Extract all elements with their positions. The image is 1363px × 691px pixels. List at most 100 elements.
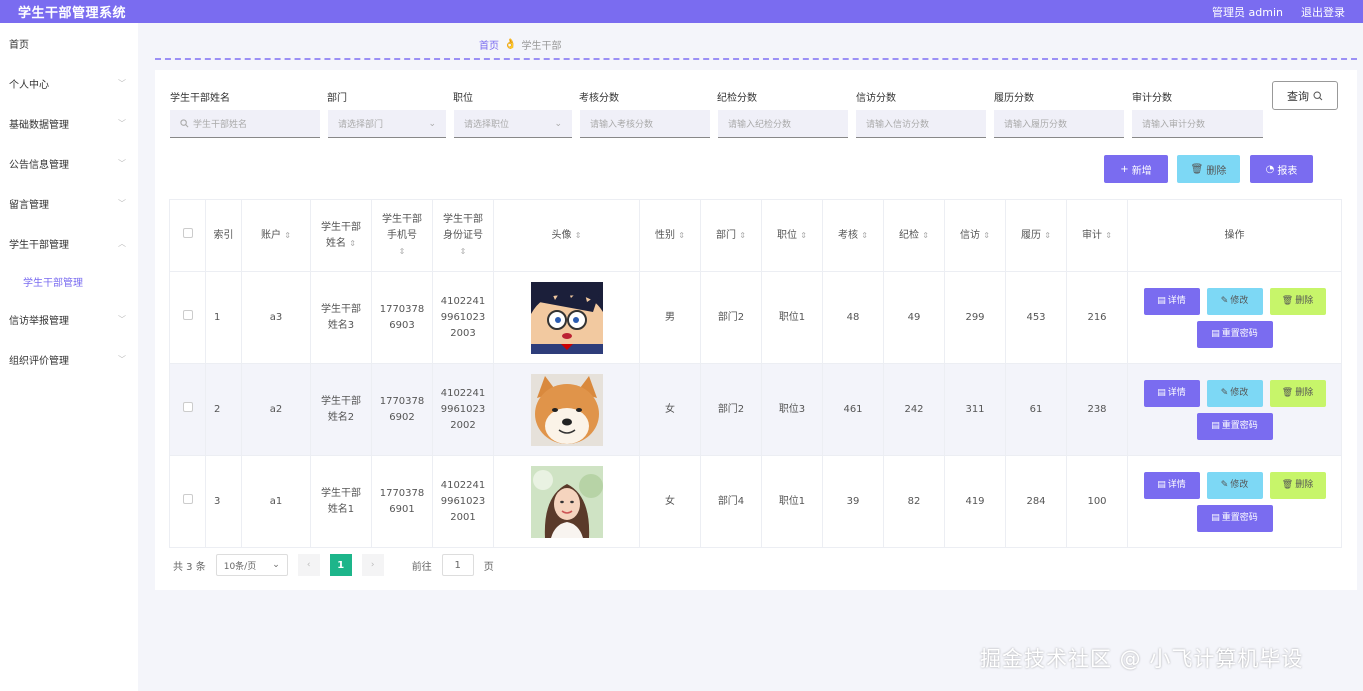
row-checkbox[interactable] — [182, 309, 193, 320]
sort-icon[interactable]: ⇕ — [1105, 231, 1112, 240]
sort-icon[interactable]: ⇕ — [922, 231, 929, 240]
sort-icon[interactable]: ⇕ — [460, 247, 467, 256]
input-discipline[interactable]: 请输入纪检分数 — [718, 110, 848, 138]
table-header-row: 索引 账户 ⇕ 学生干部 姓名 ⇕ 学生干部 手机号 ⇕ 学生干部 身份证号 ⇕ 头… — [169, 199, 1342, 272]
input-resume[interactable]: 请输入履历分数 — [994, 110, 1124, 138]
document-icon: ▤ — [1211, 513, 1220, 523]
row-delete-button[interactable]: 🗑 删除 — [1269, 379, 1326, 407]
header-label: 审计 — [1082, 229, 1103, 241]
next-page-button[interactable]: › — [361, 554, 384, 576]
sort-icon[interactable]: ⇕ — [575, 231, 582, 240]
select-all-checkbox[interactable] — [182, 227, 193, 238]
prev-page-button[interactable]: ‹ — [297, 554, 320, 576]
sort-icon[interactable]: ⇕ — [983, 231, 990, 240]
select-dept[interactable]: 请选择部门 ⌄ — [328, 110, 446, 138]
edit-button[interactable]: ✎ 修改 — [1206, 287, 1263, 315]
sidebar-item-basic-data[interactable]: 基础数据管理 ﹀ — [0, 103, 138, 143]
header-discipline[interactable]: 纪检 ⇕ — [883, 199, 945, 272]
breadcrumb-home[interactable]: 首页 — [479, 37, 499, 52]
sort-icon[interactable]: ⇕ — [678, 231, 685, 240]
sort-icon[interactable]: ⇕ — [284, 231, 291, 240]
sort-icon[interactable]: ⇕ — [861, 231, 868, 240]
sidebar-subitem-cadre[interactable]: 学生干部管理 — [0, 263, 138, 299]
sort-icon[interactable]: ⇕ — [399, 247, 406, 256]
ok-hand-icon: 👌 — [504, 38, 517, 50]
row-delete-button[interactable]: 🗑 删除 — [1269, 471, 1326, 499]
sidebar-item-evaluation[interactable]: 组织评价管理 ﹀ — [0, 339, 138, 379]
row-checkbox-cell[interactable] — [169, 455, 206, 548]
select-placeholder: 请选择部门 — [338, 120, 384, 130]
header-assess[interactable]: 考核 ⇕ — [822, 199, 884, 272]
report-button[interactable]: ◔ 报表 — [1250, 155, 1313, 183]
cell-position: 职位1 — [761, 455, 823, 548]
header-label: 部门 — [716, 229, 737, 241]
header-label: 账户 — [261, 229, 282, 241]
header-label: 纪检 — [899, 229, 920, 241]
add-button[interactable]: + 新增 — [1104, 155, 1168, 183]
sidebar-item-petition[interactable]: 信访举报管理 ﹀ — [0, 299, 138, 339]
sort-icon[interactable]: ⇕ — [800, 231, 807, 240]
goto-label: 前往 — [411, 561, 432, 573]
row-delete-button[interactable]: 🗑 删除 — [1269, 287, 1326, 315]
detail-button[interactable]: ▤ 详情 — [1143, 379, 1200, 407]
breadcrumb-current: 学生干部 — [521, 40, 562, 52]
app-title: 学生干部管理系统 — [18, 6, 127, 21]
header-ops: 操作 — [1127, 199, 1342, 272]
header-audit[interactable]: 审计 ⇕ — [1066, 199, 1128, 272]
page-size-select[interactable]: 10条/页 ⌄ — [215, 554, 288, 576]
header-avatar[interactable]: 头像 ⇕ — [493, 199, 640, 272]
row-checkbox-cell[interactable] — [169, 363, 206, 456]
cell-name: 学生干部 姓名3 — [310, 271, 372, 364]
header-resume[interactable]: 履历 ⇕ — [1005, 199, 1067, 272]
header-position[interactable]: 职位 ⇕ — [761, 199, 823, 272]
sidebar-item-home[interactable]: 首页 — [0, 23, 138, 63]
select-position[interactable]: 请选择职位 ⌄ — [454, 110, 572, 138]
sort-icon[interactable]: ⇕ — [349, 239, 356, 248]
query-button[interactable]: 查询 — [1272, 81, 1338, 110]
header-phone[interactable]: 学生干部 手机号 ⇕ — [371, 199, 433, 272]
goto-page-input[interactable]: 1 — [441, 554, 474, 576]
reset-password-button[interactable]: ▤ 重置密码 — [1196, 412, 1273, 440]
cell-ops: ▤ 详情 ✎ 修改 🗑 删除 ▤ 重置密码 — [1127, 455, 1342, 548]
page-number-current[interactable]: 1 — [329, 554, 352, 576]
logout-link[interactable]: 退出登录 — [1301, 4, 1345, 20]
sidebar-item-label: 学生干部管理 — [9, 239, 69, 251]
edit-button[interactable]: ✎ 修改 — [1206, 471, 1263, 499]
cell-discipline: 82 — [883, 455, 945, 548]
report-label: 报表 — [1277, 165, 1298, 177]
sidebar-item-message[interactable]: 留言管理 ﹀ — [0, 183, 138, 223]
reset-password-button[interactable]: ▤ 重置密码 — [1196, 320, 1273, 348]
sort-icon[interactable]: ⇕ — [739, 231, 746, 240]
cell-idcard: 4102241 9961023 2002 — [432, 363, 494, 456]
header-name[interactable]: 学生干部 姓名 ⇕ — [310, 199, 372, 272]
header-gender[interactable]: 性别 ⇕ — [639, 199, 701, 272]
row-checkbox[interactable] — [182, 401, 193, 412]
row-checkbox-cell[interactable] — [169, 271, 206, 364]
input-assess[interactable]: 请输入考核分数 — [580, 110, 710, 138]
admin-label[interactable]: 管理员 admin — [1212, 4, 1283, 20]
sidebar-item-profile[interactable]: 个人中心 ﹀ — [0, 63, 138, 103]
cell-index: 1 — [205, 271, 242, 364]
edit-button[interactable]: ✎ 修改 — [1206, 379, 1263, 407]
input-audit[interactable]: 请输入审计分数 — [1132, 110, 1263, 138]
row-checkbox[interactable] — [182, 493, 193, 504]
cell-gender: 男 — [639, 271, 701, 364]
header-dept[interactable]: 部门 ⇕ — [700, 199, 762, 272]
reset-password-button[interactable]: ▤ 重置密码 — [1196, 504, 1273, 532]
header-idcard[interactable]: 学生干部 身份证号 ⇕ — [432, 199, 494, 272]
header-checkbox[interactable] — [169, 199, 206, 272]
sidebar-item-notice[interactable]: 公告信息管理 ﹀ — [0, 143, 138, 183]
search-input-name[interactable]: 学生干部姓名 — [170, 110, 320, 138]
document-icon: ▤ — [1157, 388, 1166, 398]
sort-icon[interactable]: ⇕ — [1044, 231, 1051, 240]
input-petition[interactable]: 请输入信访分数 — [856, 110, 986, 138]
delete-label: 删除 — [1295, 296, 1314, 306]
cell-dept: 部门4 — [700, 455, 762, 548]
header-petition[interactable]: 信访 ⇕ — [944, 199, 1006, 272]
header-account[interactable]: 账户 ⇕ — [241, 199, 311, 272]
breadcrumb: 首页 👌 学生干部 — [155, 30, 1357, 60]
delete-button[interactable]: 🗑 删除 — [1177, 155, 1240, 183]
detail-button[interactable]: ▤ 详情 — [1143, 471, 1200, 499]
sidebar-item-cadre[interactable]: 学生干部管理 ︿ — [0, 223, 138, 263]
detail-button[interactable]: ▤ 详情 — [1143, 287, 1200, 315]
